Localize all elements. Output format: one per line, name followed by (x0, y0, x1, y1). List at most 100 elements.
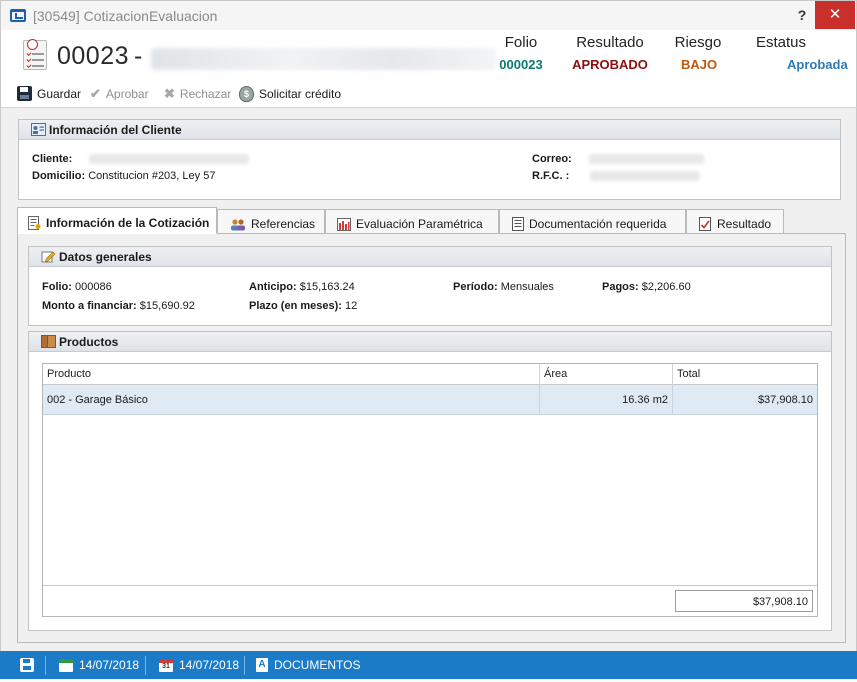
estatus-summary: Estatus Aprobada (747, 34, 848, 72)
client-rfc-value-redacted (590, 171, 701, 182)
payments-value: $2,206.60 (641, 281, 691, 293)
result-icon (699, 217, 711, 231)
tab-quote-info-label: Información de la Cotización (46, 216, 210, 230)
riesgo-summary-label: Riesgo (674, 34, 722, 51)
calendar-add-icon (59, 658, 73, 672)
status-bar: 14/07/2018 31 14/07/2018 A DOCUMENTOS (0, 651, 857, 679)
general-data-title: Datos generales (59, 250, 152, 264)
column-header-area[interactable]: Área (540, 364, 673, 385)
term-months-field: Plazo (en meses): 12 (249, 300, 357, 312)
request-credit-button[interactable]: $ Solicitar crédito (239, 86, 341, 102)
reject-button[interactable]: ✖ Rechazar (164, 86, 231, 102)
tab-result-label: Resultado (717, 217, 772, 231)
modified-date-value: 14/07/2018 (179, 658, 240, 672)
money-bag-icon: $ (239, 86, 254, 102)
period-field: Período: Mensuales (453, 281, 554, 293)
record-number: 00023 (57, 42, 130, 70)
documents-label: DOCUMENTOS (274, 658, 361, 672)
payments-field: Pagos: $2,206.60 (602, 281, 691, 293)
approve-button[interactable]: ✔ Aprobar (90, 86, 149, 102)
status-divider (45, 656, 46, 675)
record-header: 00023 - Folio 000023 Resultado APROBADO … (0, 30, 857, 78)
tab-parametric-evaluation-label: Evaluación Paramétrica (356, 217, 483, 231)
period-value: Mensuales (500, 281, 554, 293)
client-name-value-redacted (89, 154, 250, 165)
save-button[interactable]: Guardar (17, 86, 81, 101)
total-cell: $37,908.10 (757, 394, 813, 406)
request-credit-label: Solicitar crédito (259, 87, 342, 101)
tab-references[interactable]: Referencias (217, 209, 325, 234)
folio-label: Folio: (42, 281, 72, 293)
people-icon (231, 218, 245, 230)
client-address-field: Domicilio: Constitucion #203, Ley 57 (32, 170, 215, 182)
created-date-value: 14/07/2018 (79, 658, 140, 672)
edit-pencil-icon (41, 251, 56, 263)
down-payment-value: $15,163.24 (299, 281, 355, 293)
folio-field: Folio: 000086 (42, 281, 112, 293)
folio-summary-value: 000023 (499, 57, 543, 72)
status-divider (145, 656, 146, 675)
window-title: [30549] CotizacionEvaluacion (33, 8, 218, 24)
estatus-summary-value: Aprobada (787, 57, 848, 72)
client-info-panel: Información del Cliente Cliente: Domicil… (18, 119, 841, 200)
period-label: Período: (453, 281, 498, 293)
toolbar: Guardar ✔ Aprobar ✖ Rechazar $ Solicitar… (0, 78, 857, 108)
folio-summary-label: Folio (504, 34, 538, 51)
estatus-summary-label: Estatus (755, 34, 807, 51)
amount-to-finance-value: $15,690.92 (139, 300, 195, 312)
record-dash: - (134, 42, 143, 70)
client-rfc-label: R.F.C. : (532, 170, 570, 182)
approve-label: Aprobar (105, 87, 149, 101)
save-label: Guardar (37, 86, 82, 101)
product-cell: 002 - Garage Básico (43, 385, 540, 415)
status-divider (244, 656, 245, 675)
tab-parametric-evaluation[interactable]: Evaluación Paramétrica (325, 209, 499, 234)
client-name-redacted (151, 48, 496, 70)
general-data-panel: Datos generales Folio: 000086 Monto a fi… (28, 246, 832, 326)
client-name-field: Cliente: (32, 153, 250, 165)
client-info-title: Información del Cliente (49, 123, 182, 137)
resultado-summary-label: Resultado (576, 34, 644, 51)
client-rfc-field: R.F.C. : (532, 170, 701, 182)
folio-value: 000086 (75, 281, 112, 293)
document-list-icon (512, 217, 524, 231)
client-info-header: Información del Cliente (19, 120, 840, 140)
reject-label: Rechazar (179, 87, 232, 101)
folio-summary: Folio 000023 (492, 34, 550, 72)
column-header-total[interactable]: Total (673, 364, 817, 385)
client-address-label: Domicilio: (32, 170, 86, 182)
products-grid[interactable]: Producto Área Total 002 - Garage Básico … (42, 363, 818, 617)
term-months-label: Plazo (en meses): (249, 300, 342, 312)
box-icon (41, 335, 56, 348)
save-icon (20, 658, 34, 672)
term-months-value: 12 (344, 300, 358, 312)
amount-to-finance-field: Monto a financiar: $15,690.92 (42, 300, 195, 312)
documents-button[interactable]: A DOCUMENTOS (256, 658, 360, 672)
payments-label: Pagos: (602, 281, 639, 293)
save-icon (17, 86, 32, 101)
area-cell: 16.36 m2 (540, 385, 673, 415)
close-button[interactable]: ✕ (815, 1, 855, 29)
general-data-header: Datos generales (29, 247, 831, 267)
down-payment-label: Anticipo: (249, 281, 297, 293)
tab-required-documents[interactable]: Documentación requerida (499, 209, 686, 234)
created-date: 14/07/2018 (59, 658, 139, 672)
products-title: Productos (59, 335, 119, 349)
client-email-field: Correo: (532, 153, 704, 165)
quote-doc-icon (28, 216, 41, 230)
client-name-label: Cliente: (32, 153, 73, 165)
column-header-product[interactable]: Producto (43, 364, 540, 385)
products-header: Productos (29, 332, 831, 352)
window-title-bar: [30549] CotizacionEvaluacion ? ✕ (0, 0, 857, 30)
grand-total: $37,908.10 (675, 590, 813, 612)
help-button[interactable]: ? (795, 7, 809, 23)
bar-chart-icon (337, 217, 351, 231)
table-row[interactable]: 002 - Garage Básico 16.36 m2 $37,908.10 (43, 385, 817, 415)
status-save-button[interactable] (20, 658, 34, 672)
tab-result[interactable]: Resultado (686, 209, 784, 234)
calendar-icon: 31 (159, 658, 173, 672)
products-grid-header: Producto Área Total (43, 364, 817, 385)
tab-quote-info[interactable]: Información de la Cotización (17, 207, 217, 234)
app-logo-icon (10, 9, 26, 22)
id-card-icon (31, 123, 46, 136)
